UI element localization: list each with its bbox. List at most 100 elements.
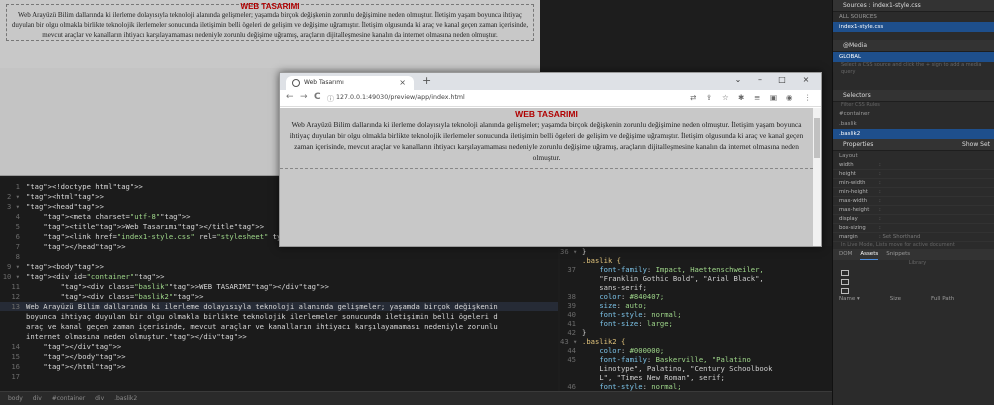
show-set-toggle[interactable]: Show Set [962, 139, 994, 151]
code-line[interactable]: 10 ▾ "tag"><div id="container""tag">> [0, 272, 558, 281]
css-line[interactable]: 46 font-style: normal; [560, 382, 832, 391]
line-number[interactable]: 41 [560, 319, 582, 328]
line-number[interactable]: 13 [0, 302, 26, 311]
status-tag[interactable]: body [8, 395, 23, 402]
reload-icon[interactable]: C [314, 92, 321, 102]
code-line[interactable]: 9 ▾ "tag"><body"tag">> [0, 262, 558, 271]
url-bar[interactable]: 127.0.0.1:49030/preview/app/index.html [336, 94, 465, 101]
property-row[interactable]: display: [833, 215, 994, 224]
share-icon[interactable]: ⇪ [706, 93, 712, 102]
line-number[interactable]: 14 [0, 342, 26, 351]
reading-list-icon[interactable]: ≡ [754, 93, 760, 102]
col-path[interactable]: Full Path [931, 294, 954, 304]
line-number[interactable]: 40 [560, 310, 582, 319]
property-value[interactable]: : [879, 224, 881, 232]
layout-category[interactable]: Layout [833, 151, 994, 161]
property-row[interactable]: min-height: [833, 188, 994, 197]
property-value[interactable]: : [879, 197, 881, 205]
code-line[interactable]: 8 [0, 252, 558, 261]
property-row[interactable]: min-width: [833, 179, 994, 188]
line-number[interactable]: 37 [560, 265, 582, 274]
property-value[interactable]: : [879, 170, 881, 178]
tab-close-icon[interactable]: × [399, 76, 406, 90]
back-icon[interactable]: ← [286, 92, 294, 102]
status-tag[interactable]: div [33, 395, 42, 402]
property-row[interactable]: height: [833, 170, 994, 179]
sidepanel-icon[interactable]: ▣ [770, 93, 777, 102]
profile-icon[interactable]: ◉ [786, 93, 793, 102]
maximize-button[interactable]: □ [772, 75, 792, 84]
css-line[interactable]: 39 size: auto; [560, 301, 832, 310]
forward-icon[interactable]: → [300, 92, 308, 102]
css-line[interactable]: sans-serif; [560, 283, 832, 292]
line-number[interactable]: 45 [560, 355, 582, 364]
line-number[interactable]: 6 [0, 232, 26, 241]
line-number[interactable]: 17 [0, 372, 26, 381]
line-number[interactable]: 7 [0, 242, 26, 251]
line-number[interactable]: 9 ▾ [0, 262, 26, 271]
css-code-editor[interactable]: 36 ▾} .baslik {37 font-family: Impact, Ha… [560, 246, 832, 391]
line-number[interactable]: 1 [0, 182, 26, 191]
line-number[interactable]: 38 [560, 292, 582, 301]
css-line[interactable]: Linotype", Palatino, "Century Schoolbook [560, 364, 832, 373]
css-line[interactable]: 38 color: #840407; [560, 292, 832, 301]
close-window-button[interactable]: × [796, 75, 816, 84]
line-number[interactable]: 44 [560, 346, 582, 355]
line-number[interactable]: 11 [0, 282, 26, 291]
line-number[interactable]: 2 ▾ [0, 192, 26, 201]
color-asset-icon[interactable] [841, 279, 849, 285]
code-line[interactable]: 11 "tag"><div class="baslik""tag">>WEB T… [0, 282, 558, 291]
property-row[interactable]: max-width: [833, 197, 994, 206]
sources-header[interactable]: Sources : index1-style.css [833, 0, 994, 12]
property-value[interactable]: : [879, 206, 881, 214]
css-line[interactable]: "Franklin Gothic Bold", "Arial Black", [560, 274, 832, 283]
property-row[interactable]: max-height: [833, 206, 994, 215]
browser-tab[interactable]: Web Tasarımı × [286, 76, 414, 90]
source-item[interactable]: index1-style.css [833, 22, 994, 32]
image-asset-icon[interactable] [841, 270, 849, 276]
tab-dom[interactable]: DOM [839, 249, 852, 260]
css-line[interactable]: L", "Times New Roman", serif; [560, 373, 832, 382]
filter-css-rules[interactable]: Filter CSS Rules [833, 102, 994, 109]
status-tag[interactable]: div [95, 395, 104, 402]
code-line[interactable]: 14 "tag"></div"tag">> [0, 342, 558, 351]
css-line[interactable]: 41 font-size: large; [560, 319, 832, 328]
code-line[interactable]: 17 [0, 372, 558, 381]
tab-search-icon[interactable]: ⌄ [728, 75, 748, 84]
line-number[interactable]: 36 ▾ [560, 247, 582, 256]
code-line[interactable]: araç ve kanal geçen zaman içerisinde, me… [0, 322, 558, 331]
col-size[interactable]: Size [890, 294, 901, 304]
line-number[interactable]: 42 [560, 328, 582, 337]
tab-snippets[interactable]: Snippets [886, 249, 910, 260]
line-number[interactable]: 39 [560, 301, 582, 310]
property-row[interactable]: margin: Set Shorthand [833, 233, 994, 242]
code-line[interactable]: internet olmasına neden olmuştur."tag"><… [0, 332, 558, 341]
code-line[interactable]: boyunca ihtiyaç duyulan bir olgu olmakla… [0, 312, 558, 321]
minimize-button[interactable]: – [750, 75, 770, 84]
media-header[interactable]: @Media [833, 40, 994, 52]
css-line[interactable]: 40 font-style: normal; [560, 310, 832, 319]
extension-icon[interactable]: ✱ [738, 93, 744, 102]
property-row[interactable]: box-sizing: [833, 224, 994, 233]
property-value[interactable]: : [879, 161, 881, 169]
property-row[interactable]: width: [833, 161, 994, 170]
line-number[interactable]: 10 ▾ [0, 272, 26, 281]
code-line[interactable]: 16 "tag"></html"tag">> [0, 362, 558, 371]
css-line[interactable]: 37 font-family: Impact, Haettenschweiler… [560, 265, 832, 274]
line-number[interactable]: 16 [0, 362, 26, 371]
bookmark-star-icon[interactable]: ☆ [722, 93, 729, 102]
properties-header[interactable]: Properties Show Set [833, 139, 994, 151]
code-line[interactable]: 12 "tag"><div class="baslik2""tag">> [0, 292, 558, 301]
status-tag[interactable]: #container [52, 395, 85, 402]
site-info-icon[interactable]: ⓘ [327, 94, 334, 104]
line-number[interactable]: 46 [560, 382, 582, 391]
selector-item[interactable]: .baslik2 [833, 129, 994, 139]
col-name[interactable]: Name ▾ [839, 294, 860, 304]
code-line[interactable]: 15 "tag"></body"tag">> [0, 352, 558, 361]
menu-icon[interactable]: ⋮ [804, 93, 812, 102]
line-number[interactable]: 12 [0, 292, 26, 301]
selectors-header[interactable]: Selectors [833, 90, 994, 102]
selector-item[interactable]: #container [833, 109, 994, 119]
line-number[interactable]: 5 [0, 222, 26, 231]
page-scrollbar[interactable] [813, 108, 821, 246]
